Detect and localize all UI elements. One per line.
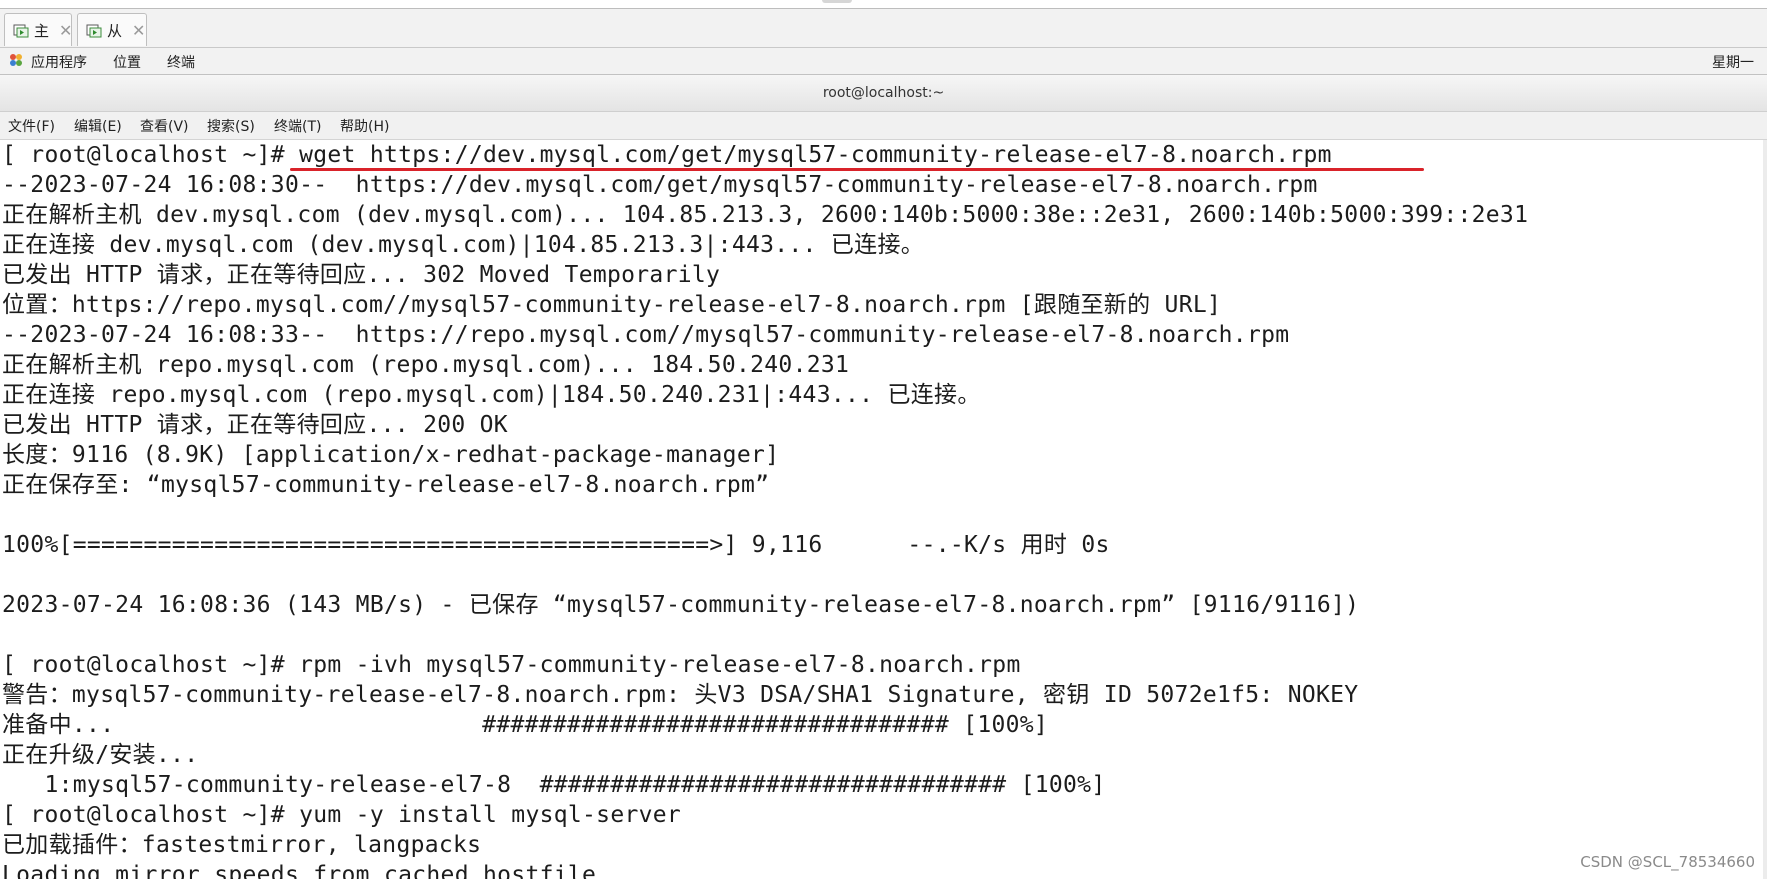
terminal-line: 已发出 HTTP 请求，正在等待回应... 302 Moved Temporar…	[2, 262, 721, 288]
terminal-output[interactable]: [ root@localhost ~]# wget https://dev.my…	[0, 140, 1767, 879]
terminal-menubar: 文件(F) 编辑(E) 查看(V) 搜索(S) 终端(T) 帮助(H)	[0, 112, 1767, 140]
terminal-line: 长度：9116 (8.9K) [application/x-redhat-pac…	[2, 442, 780, 468]
apps-icon[interactable]	[9, 53, 23, 67]
watermark: CSDN @SCL_78534660	[1580, 853, 1755, 871]
top-edge	[0, 0, 1767, 9]
window-title: root@localhost:~	[0, 75, 1767, 112]
tab-label: 主	[34, 21, 50, 40]
drag-grip[interactable]	[822, 0, 852, 3]
terminal-line: 正在保存至: “mysql57-community-release-el7-8.…	[2, 472, 770, 498]
terminal-line: --2023-07-24 16:08:33-- https://repo.mys…	[2, 322, 1290, 348]
terminal-line: 正在连接 dev.mysql.com (dev.mysql.com)|104.8…	[2, 232, 925, 258]
terminal-line: [ root@localhost ~]# rpm -ivh mysql57-co…	[2, 652, 1021, 678]
terminal-line: 已发出 HTTP 请求，正在等待回应... 200 OK	[2, 412, 508, 438]
tab-main[interactable]: 主 ✕	[4, 13, 72, 46]
menu-places[interactable]: 位置	[113, 52, 141, 72]
tab-label: 从	[107, 21, 123, 40]
menu-search[interactable]: 搜索(S)	[207, 116, 255, 136]
terminal-scrollbar[interactable]	[1763, 140, 1767, 879]
terminal-line: 2023-07-24 16:08:36 (143 MB/s) - 已保存 “my…	[2, 592, 1360, 618]
progress-line: 100%[===================================…	[2, 532, 1110, 558]
vm-tab-bar: 主 ✕ 从 ✕	[0, 9, 1767, 48]
terminal-line: 1:mysql57-community-release-el7-8 ######…	[2, 772, 1106, 798]
terminal-icon	[13, 22, 29, 38]
clock[interactable]: 星期一	[1712, 52, 1754, 72]
terminal-line: 位置：https://repo.mysql.com//mysql57-commu…	[2, 292, 1222, 318]
close-icon[interactable]: ✕	[132, 21, 145, 40]
terminal-line: 正在解析主机 repo.mysql.com (repo.mysql.com)..…	[2, 352, 850, 378]
terminal-line: 正在连接 repo.mysql.com (repo.mysql.com)|184…	[2, 382, 981, 408]
tab-secondary[interactable]: 从 ✕	[77, 13, 147, 46]
terminal-line: Loading mirror speeds from cached hostfi…	[2, 862, 597, 879]
menu-help[interactable]: 帮助(H)	[340, 116, 389, 136]
terminal-line: --2023-07-24 16:08:30-- https://dev.mysq…	[2, 172, 1318, 198]
terminal-line: [ root@localhost ~]# wget https://dev.my…	[2, 142, 1332, 168]
terminal-line: 已加载插件：fastestmirror, langpacks	[2, 832, 482, 858]
terminal-line: 警告：mysql57-community-release-el7-8.noarc…	[2, 682, 1359, 708]
terminal-icon	[86, 22, 102, 38]
menu-applications[interactable]: 应用程序	[31, 52, 87, 72]
terminal-line: [ root@localhost ~]# yum -y install mysq…	[2, 802, 682, 828]
menu-terminal-options[interactable]: 终端(T)	[274, 116, 321, 136]
terminal-line: 正在解析主机 dev.mysql.com (dev.mysql.com)... …	[2, 202, 1529, 228]
close-icon[interactable]: ✕	[59, 21, 72, 40]
menu-edit[interactable]: 编辑(E)	[74, 116, 122, 136]
terminal-line: 准备中... #################################…	[2, 712, 1049, 738]
desktop-top-panel: 应用程序 位置 终端 星期一	[0, 48, 1767, 75]
menu-file[interactable]: 文件(F)	[8, 116, 55, 136]
menu-terminal[interactable]: 终端	[167, 52, 195, 72]
terminal-line: 正在升级/安装...	[2, 742, 199, 768]
menu-view[interactable]: 查看(V)	[140, 116, 189, 136]
